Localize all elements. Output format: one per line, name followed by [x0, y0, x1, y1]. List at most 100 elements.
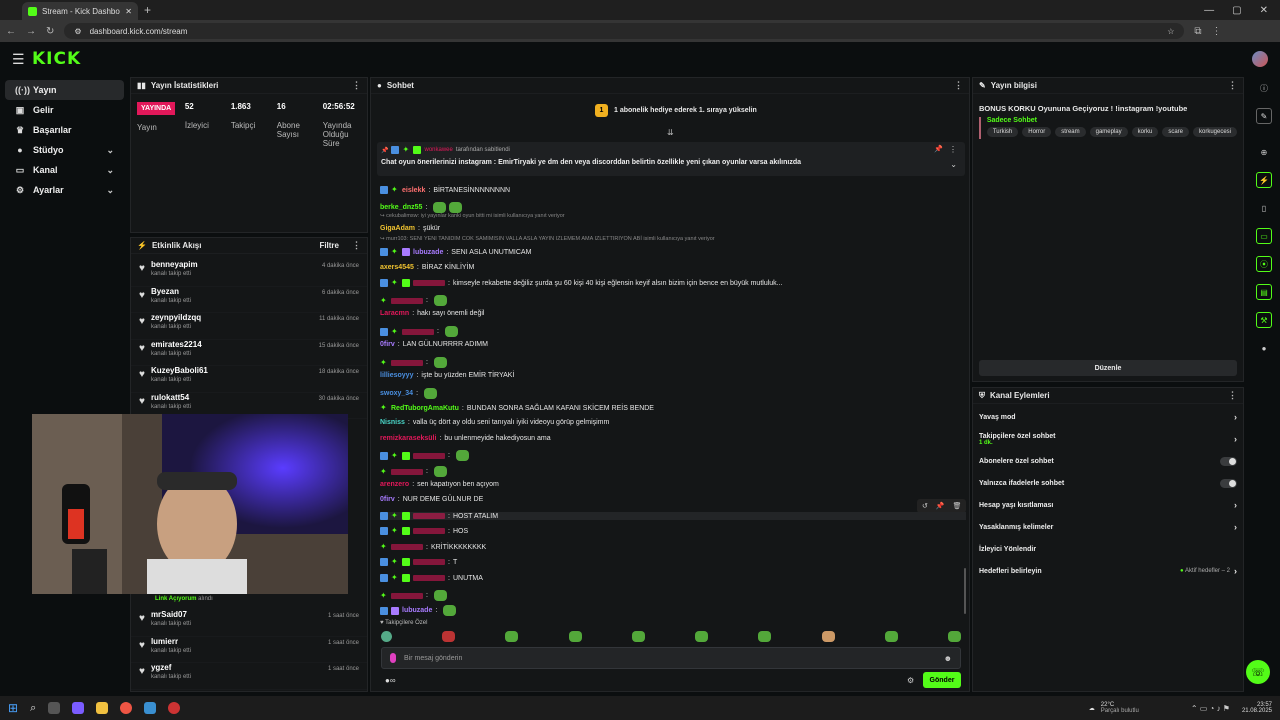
delete-icon[interactable]: 🗑 [953, 502, 962, 510]
sidebar-item-ayarlar[interactable]: ⚙ Ayarlar ⌄ [5, 180, 124, 200]
chat-username[interactable]: lubuzade [413, 249, 443, 256]
chat-username[interactable]: 0firv [380, 496, 395, 503]
chevron-down-icon[interactable]: ⇊ [667, 128, 674, 137]
chat-username[interactable] [391, 359, 423, 366]
kick-logo[interactable]: KICK [32, 49, 81, 69]
chat-message[interactable]: Nisniss: valla üç dört ay oldu seni tanıy… [380, 419, 609, 426]
chat-message[interactable]: berke_dnz55: [380, 202, 463, 213]
chevron-down-icon[interactable]: ⌄ [950, 160, 957, 169]
system-tray-icons[interactable]: ⌃ ▭ ◔ ♪ ⚑ [1191, 704, 1230, 713]
windows-start-icon[interactable]: ⊞ [8, 701, 18, 715]
chat-message[interactable]: ✦: [380, 357, 447, 368]
document-icon[interactable]: ▯ [1256, 200, 1272, 216]
chat-bubble-icon[interactable]: ▭ [1256, 228, 1272, 244]
gear-icon[interactable]: ⚙ [907, 676, 914, 685]
chat-username[interactable] [402, 328, 434, 335]
app-icon[interactable] [72, 702, 85, 714]
chat-message[interactable]: lubuzade: [380, 605, 457, 616]
more-options-icon[interactable]: ⋮ [954, 80, 963, 91]
url-field[interactable]: ⚙ dashboard.kick.com/stream ☆ [64, 23, 1185, 39]
broadcast-icon[interactable]: ⦿ [1256, 256, 1272, 272]
user-avatar[interactable] [1252, 51, 1268, 67]
chat-message[interactable]: ✦: [380, 326, 458, 337]
more-options-icon[interactable]: ⋮ [352, 80, 361, 91]
chat-username[interactable] [413, 280, 445, 286]
chat-username[interactable]: berke_dnz55 [380, 204, 422, 211]
apps-icon[interactable]: ● [1256, 340, 1272, 356]
activity-user[interactable]: mrSaid07 [151, 610, 191, 619]
chat-username[interactable]: eislekk [402, 187, 425, 194]
chat-username[interactable]: RedTuborgAmaKutu [391, 405, 459, 412]
chat-message[interactable]: ✦: UNUTMA [380, 574, 483, 582]
category-name[interactable]: Sadece Sohbet [987, 117, 1237, 124]
chat-message[interactable]: ✦: HOS [380, 527, 468, 535]
chat-scrollbar[interactable] [964, 568, 966, 614]
edit-button[interactable]: Düzenle [979, 360, 1237, 376]
chat-message[interactable]: ✦: kimseyle rekabette değiliz şurda şu 60… [380, 279, 783, 287]
chat-username[interactable]: Nisniss [380, 419, 405, 426]
chat-message[interactable]: 0firv: NUR DEME GÜLNUR DE [380, 496, 483, 503]
chat-message[interactable]: swoxy_34: [380, 388, 438, 399]
chat-username[interactable]: axers4545 [380, 264, 414, 271]
chat-username[interactable] [413, 559, 445, 565]
maximize-icon[interactable]: ▢ [1232, 5, 1241, 16]
activity-user[interactable]: ygzef [151, 663, 191, 672]
chat-message[interactable]: ✦: [380, 295, 447, 306]
close-window-icon[interactable]: ✕ [1260, 5, 1268, 16]
chat-username[interactable] [391, 544, 423, 550]
app-icon[interactable] [144, 702, 157, 714]
account-age-row[interactable]: Hesap yaşı kısıtlaması › [973, 494, 1243, 516]
chat-message[interactable]: ✦ lubuzade: SENI ASLA UNUTMICAM [380, 248, 531, 256]
chat-message[interactable]: ✦: KRİTİKKKKKKKK [380, 543, 486, 551]
emote-icon[interactable] [884, 631, 898, 642]
lightning-icon[interactable]: ⚡ [1256, 172, 1272, 188]
new-tab-icon[interactable]: + [144, 3, 151, 17]
set-goals-row[interactable]: Hedefleri belirleyin ● Aktif hedefler – 2… [973, 560, 1243, 582]
info-icon[interactable]: ⓘ [1256, 80, 1272, 96]
edit-icon[interactable]: ✎ [1256, 108, 1272, 124]
close-tab-icon[interactable]: ✕ [125, 7, 132, 16]
chat-message[interactable]: GigaAdam: şükür [380, 225, 440, 232]
reply-icon[interactable]: ↺ [922, 502, 928, 510]
emote-icon[interactable] [568, 631, 582, 642]
reload-icon[interactable]: ↻ [46, 26, 54, 37]
chat-message[interactable]: ✦: [380, 466, 447, 477]
pin-icon[interactable]: 📌 [936, 502, 945, 510]
wrench-icon[interactable]: ⚒ [1256, 312, 1272, 328]
emote-icon[interactable] [381, 631, 392, 642]
chat-username[interactable] [413, 452, 445, 459]
chat-username[interactable]: GigaAdam [380, 225, 415, 232]
chat-message[interactable]: arenzero: sen kapatıyon ben açıyom [380, 481, 499, 488]
more-options-icon[interactable]: ⋮ [1228, 80, 1237, 91]
chat-tools-icon[interactable]: ●∞ [385, 676, 396, 685]
chat-username[interactable] [413, 513, 445, 519]
chat-username[interactable] [413, 575, 445, 581]
browser-menu-icon[interactable]: ⋮ [1212, 26, 1222, 37]
microphone-icon[interactable] [390, 653, 396, 663]
chat-username[interactable]: remizkaraseksüli [380, 435, 436, 442]
chat-message[interactable]: ✦: [380, 590, 447, 601]
emote-icon[interactable] [631, 631, 645, 642]
pinned-author[interactable]: wonkawee [424, 147, 452, 153]
sidebar-item-kanal[interactable]: ▭ Kanal ⌄ [5, 160, 124, 180]
send-button[interactable]: Gönder [923, 672, 961, 688]
more-options-icon[interactable]: ⋮ [949, 145, 957, 154]
hamburger-menu-icon[interactable]: ☰ [12, 51, 30, 68]
filter-button[interactable]: Filtre [319, 241, 339, 250]
chat-message[interactable]: ✦: HOST ATALIM [380, 512, 966, 520]
followers-chat-row[interactable]: Takipçilere özel sohbet 1 dk. › [973, 428, 1243, 450]
chat-message[interactable]: ✦ RedTuborgAmaKutu: BUNDAN SONRA SAĞLAM KA… [380, 404, 654, 412]
emote-icon[interactable] [947, 631, 961, 642]
emote-icon[interactable] [695, 631, 709, 642]
activity-user[interactable]: Byezan [151, 287, 191, 296]
chat-message[interactable]: axers4545: BİRAZ KİNLİYİM [380, 264, 474, 271]
activity-user[interactable]: emirates2214 [151, 340, 202, 349]
chat-username[interactable] [413, 528, 445, 534]
reply-context[interactable]: ↪ murr103: SENI YENI TANIDIM COK SAMIMIS… [380, 236, 715, 242]
emote-icon[interactable] [758, 631, 772, 642]
activity-user[interactable]: benneyapim [151, 260, 198, 269]
emote-chat-toggle[interactable] [1220, 478, 1237, 488]
chrome-icon[interactable] [120, 702, 133, 714]
chat-message[interactable]: remizkaraseksüli: bu unlenmeyide hakediyo… [380, 435, 551, 442]
chat-message[interactable]: Laracmn: hakı sayı önemli değil [380, 310, 484, 317]
